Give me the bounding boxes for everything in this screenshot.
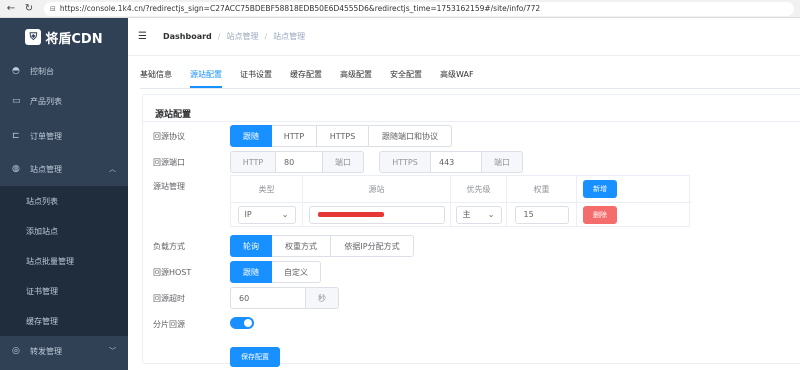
tab-certificate[interactable]: 证书设置 xyxy=(240,64,272,88)
https-port-input[interactable]: 443 xyxy=(430,151,482,173)
sidebar-item-products[interactable]: ▭ 产品列表 xyxy=(0,86,128,116)
balance-weight-button[interactable]: 权重方式 xyxy=(271,235,331,257)
shield-logo-icon: ⛨ xyxy=(25,29,42,45)
sidebar-item-dashboard[interactable]: ◓ 控制台 xyxy=(0,56,128,86)
sidebar-item-label: 控制台 xyxy=(30,66,54,76)
box-icon: ▭ xyxy=(12,96,21,106)
logo-text: 将盾CDN xyxy=(45,31,103,47)
main-content: 基础信息 源站配置 证书设置 缓存配置 高级配置 安全配置 高级WAF 源站配置… xyxy=(128,56,800,370)
submenu-item-cache[interactable]: 缓存管理 xyxy=(0,306,128,336)
site-icon: ◍ xyxy=(12,164,20,174)
balance-label: 负载方式 xyxy=(153,242,185,251)
table-header-origin: 源站 xyxy=(303,176,451,202)
timeout-group: 60 秒 xyxy=(230,287,339,309)
origin-address-input[interactable] xyxy=(308,205,445,224)
tab-origin-config[interactable]: 源站配置 xyxy=(190,64,222,88)
reload-icon[interactable]: ↻ xyxy=(22,2,36,16)
timeout-input[interactable]: 60 xyxy=(230,287,306,309)
protocol-label: 回源协议 xyxy=(153,132,185,141)
submenu-item-batch-manage[interactable]: 站点批量管理 xyxy=(0,246,128,276)
card-title: 源站配置 xyxy=(155,110,192,120)
http-port-input[interactable]: 80 xyxy=(275,151,323,173)
top-header: ☰ Dashboard / 站点管理 / 站点管理 xyxy=(128,18,800,56)
save-config-button[interactable]: 保存配置 xyxy=(230,347,280,367)
host-radio-group: 跟随 自定义 xyxy=(230,261,321,283)
forward-icon: ◎ xyxy=(12,346,20,356)
port-label: 回源端口 xyxy=(153,158,185,167)
origin-priority-select[interactable]: 主 ⌄ xyxy=(455,205,502,224)
tab-cache[interactable]: 缓存配置 xyxy=(290,64,322,88)
redacted-origin-mark xyxy=(317,212,384,217)
sidebar-item-label: 产品列表 xyxy=(30,96,62,106)
submenu-item-add-site[interactable]: 添加站点 xyxy=(0,216,128,246)
host-custom-button[interactable]: 自定义 xyxy=(271,261,321,283)
submenu-item-certificates[interactable]: 证书管理 xyxy=(0,276,128,306)
http-port-prefix: HTTP xyxy=(230,151,276,173)
menu-toggle-icon[interactable]: ☰ xyxy=(138,31,147,42)
site-info-icon[interactable]: ⊟ xyxy=(50,5,56,13)
sidebar: ⛨ 将盾CDN ◓ 控制台 ▭ 产品列表 ⊏ 订单管理 ◍ 站点管理 ︿ 站点列… xyxy=(0,18,128,370)
https-port-prefix: HTTPS xyxy=(379,151,431,173)
protocol-follow-button[interactable]: 跟随 xyxy=(230,125,272,147)
address-bar[interactable]: ⊟ https://console.1k4.cn/?redirectjs_sig… xyxy=(44,1,794,16)
delete-origin-button[interactable]: 删除 xyxy=(583,205,617,224)
origin-type-select[interactable]: IP ⌄ xyxy=(237,205,296,224)
protocol-follow-port-button[interactable]: 跟随端口和协议 xyxy=(368,125,452,147)
host-label: 回源HOST xyxy=(153,268,192,277)
sidebar-item-forwarding[interactable]: ◎ 转发管理 ﹀ xyxy=(0,336,128,366)
origin-manage-label: 源站管理 xyxy=(153,182,185,191)
sidebar-item-sites[interactable]: ◍ 站点管理 ︿ xyxy=(0,154,128,184)
browser-bar: ← ↻ ⊟ https://console.1k4.cn/?redirectjs… xyxy=(0,0,800,18)
sidebar-item-label: 订单管理 xyxy=(30,131,62,141)
timeout-label: 回源超时 xyxy=(153,294,185,303)
http-port-group: HTTP 80 端口 xyxy=(230,151,364,173)
breadcrumb-current: 站点管理 xyxy=(273,32,306,41)
origin-table: 类型 源站 优先级 权重 新增 IP ⌄ 主 ⌄ 15 删除 xyxy=(230,175,691,227)
sites-submenu: 站点列表 添加站点 站点批量管理 证书管理 缓存管理 xyxy=(0,186,128,336)
https-port-suffix: 端口 xyxy=(481,151,523,173)
config-tabs: 基础信息 源站配置 证书设置 缓存配置 高级配置 安全配置 高级WAF xyxy=(140,64,492,88)
chevron-down-icon: ﹀ xyxy=(109,347,116,355)
breadcrumb-site-manage: 站点管理 xyxy=(226,32,259,41)
origin-weight-input[interactable]: 15 xyxy=(514,205,569,224)
dashboard-icon: ◓ xyxy=(12,66,20,76)
tab-advanced[interactable]: 高级配置 xyxy=(340,64,372,88)
logo: ⛨ 将盾CDN xyxy=(0,18,128,56)
https-port-group: HTTPS 443 端口 xyxy=(379,151,523,173)
host-follow-button[interactable]: 跟随 xyxy=(230,261,272,283)
tab-advanced-waf[interactable]: 高级WAF xyxy=(440,64,474,88)
range-label: 分片回源 xyxy=(153,320,185,329)
balance-ip-hash-button[interactable]: 依据IP分配方式 xyxy=(330,235,414,257)
breadcrumb-dashboard[interactable]: Dashboard xyxy=(163,32,212,41)
url-text: https://console.1k4.cn/?redirectjs_sign=… xyxy=(59,4,541,13)
chevron-up-icon: ︿ xyxy=(109,165,116,173)
tab-basic-info[interactable]: 基础信息 xyxy=(140,64,172,88)
balance-round-robin-button[interactable]: 轮询 xyxy=(230,235,272,257)
table-row: IP ⌄ xyxy=(231,202,303,227)
table-header-weight: 权重 xyxy=(507,176,577,202)
protocol-radio-group: 跟随 HTTP HTTPS 跟随端口和协议 xyxy=(230,125,452,147)
sidebar-item-orders[interactable]: ⊏ 订单管理 xyxy=(0,121,128,151)
chevron-down-icon: ⌄ xyxy=(487,210,495,219)
range-toggle[interactable] xyxy=(230,317,254,329)
tab-security[interactable]: 安全配置 xyxy=(390,64,422,88)
table-header-priority: 优先级 xyxy=(451,176,507,202)
origin-config-card: 源站配置 回源协议 跟随 HTTP HTTPS 跟随端口和协议 回源端口 HTT… xyxy=(142,94,800,367)
table-header-type: 类型 xyxy=(231,176,303,202)
protocol-http-button[interactable]: HTTP xyxy=(271,125,317,147)
back-arrow-icon[interactable]: ← xyxy=(4,2,18,16)
sidebar-item-label: 转发管理 xyxy=(30,346,62,356)
submenu-item-site-list[interactable]: 站点列表 xyxy=(0,186,128,216)
chevron-down-icon: ⌄ xyxy=(281,210,289,219)
sidebar-item-label: 站点管理 xyxy=(30,164,62,174)
http-port-suffix: 端口 xyxy=(322,151,364,173)
balance-radio-group: 轮询 权重方式 依据IP分配方式 xyxy=(230,235,414,257)
cart-icon: ⊏ xyxy=(12,131,20,141)
protocol-https-button[interactable]: HTTPS xyxy=(316,125,369,147)
add-origin-button[interactable]: 新增 xyxy=(583,180,617,198)
timeout-suffix: 秒 xyxy=(305,287,339,309)
